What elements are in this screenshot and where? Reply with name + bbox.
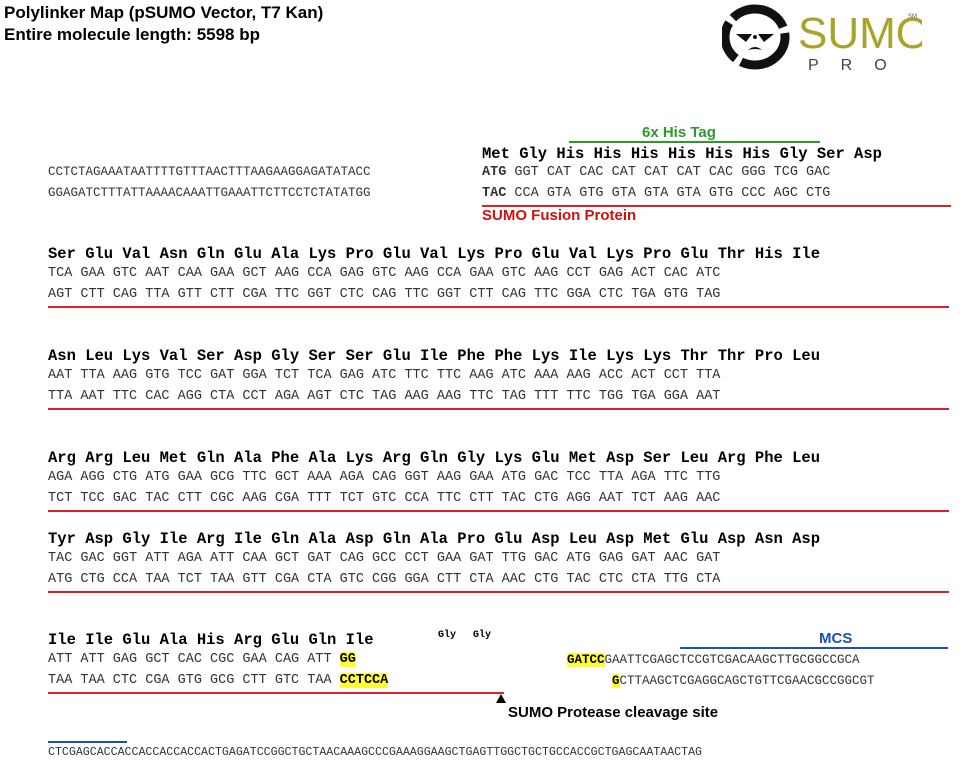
row4-bottom-strand: ATG CTG CCA TAA TCT TAA GTT CGA CTA GTC … — [48, 572, 721, 587]
final-top-codons: ATT ATT GAG GCT CAC CGC GAA CAG ATT — [48, 652, 340, 667]
mcs-label: MCS — [819, 630, 853, 647]
row3-fusion-line — [48, 510, 949, 512]
fusion-protein-label: SUMO Fusion Protein — [482, 207, 637, 224]
sumo-logo-icon: SUMO SM PRO — [720, 4, 930, 74]
row2-fusion-line — [48, 408, 949, 410]
start-codon-complement: TAC — [482, 186, 507, 201]
bamhi-bottom-highlight: G — [612, 674, 620, 688]
row1-top-strand: TCA GAA GTC AAT CAA GAA GCT AAG CCA GAG … — [48, 266, 721, 281]
sumo-pro-logo: SUMO SM PRO — [720, 4, 930, 74]
page-title: Polylinker Map (pSUMO Vector, T7 Kan) En… — [4, 2, 323, 46]
row4-top-strand: TAC GAC GGT ATT AGA ATT CAA GCT GAT CAG … — [48, 551, 721, 566]
final-bottom-codons: TAA TAA CTC CGA GTG GCG CTT GTC TAA — [48, 673, 340, 688]
block1-top-strand: ATG GGT CAT CAC CAT CAT CAT CAC GGG TCG … — [482, 165, 830, 180]
row3-amino-acids: Arg Arg Leu Met Gln Ala Phe Ala Lys Arg … — [48, 449, 821, 467]
block1-top-rest: GGT CAT CAC CAT CAT CAT CAC GGG TCG GAC — [506, 165, 831, 180]
block1-bottom-rest: CCA GTA GTG GTA GTA GTA GTG CCC AGC CTG — [506, 186, 831, 201]
row3-top-strand: AGA AGG CTG ATG GAA GCG TTC GCT AAA AGA … — [48, 470, 721, 485]
gly-label-1: Gly — [438, 630, 457, 641]
row1-fusion-line — [48, 306, 949, 308]
mcs-top-strand: GATCCGAATTCGAGCTCCGTCGACAAGCTTGCGGCCGCA — [567, 653, 860, 667]
title-line-2: Entire molecule length: 5598 bp — [4, 25, 261, 44]
row2-top-strand: AAT TTA AAG GTG TCC GAT GGA TCT TCA GAG … — [48, 368, 721, 383]
row4-fusion-line — [48, 591, 949, 593]
cleavage-site-label: SUMO Protease cleavage site — [508, 704, 719, 721]
leader-top-strand: CCTCTAGAAATAATTTTGTTTAACTTTAAGAAGGAGATAT… — [48, 165, 371, 179]
bamhi-top-highlight: GATCC — [567, 653, 605, 667]
row3-bottom-strand: TCT TCC GAC TAC CTT CGC AAG CGA TTT TCT … — [48, 491, 721, 506]
row4-amino-acids: Tyr Asp Gly Ile Arg Ile Gln Ala Asp Gln … — [48, 530, 821, 548]
bottom-mcs-bracket — [48, 741, 127, 743]
mcs-top-sequence: GAATTCGAGCTCCGTCGACAAGCTTGCGGCCGCA — [604, 653, 860, 667]
row2-bottom-strand: TTA AAT TTC CAC AGG CTA CCT AGA AGT CTC … — [48, 389, 721, 404]
gly-label-2: Gly — [473, 630, 492, 641]
row1-amino-acids: Ser Glu Val Asn Gln Glu Ala Lys Pro Glu … — [48, 245, 821, 263]
his-tag-bracket — [569, 141, 820, 143]
block1-bottom-strand: TAC CCA GTA GTG GTA GTA GTA GTG CCC AGC … — [482, 186, 830, 201]
logo-mark: SM — [908, 14, 917, 20]
block1-amino-acids: Met Gly His His His His His His Gly Ser … — [482, 145, 882, 163]
mcs-bottom-sequence: CTTAAGCTCGAGGCAGCTGTTCGAACGCCGGCGT — [619, 674, 875, 688]
mcs-bracket — [680, 647, 948, 649]
mcs-bottom-strand: GCTTAAGCTCGAGGCAGCTGTTCGAACGCCGGCGT — [612, 674, 875, 688]
downstream-sequence: CTCGAGCACCACCACCACCACCACTGAGATCCGGCTGCTA… — [48, 746, 702, 759]
leader-bottom-strand: GGAGATCTTTATTAAAACAAATTGAAATTCTTCCTCTATA… — [48, 186, 371, 200]
cleavage-bottom-highlight: CCTCCA — [339, 673, 389, 688]
final-amino-acids: Ile Ile Glu Ala His Arg Glu Gln Ile — [48, 631, 374, 649]
final-top-strand: ATT ATT GAG GCT CAC CGC GAA CAG ATT GG — [48, 652, 356, 667]
title-line-1: Polylinker Map (pSUMO Vector, T7 Kan) — [4, 3, 324, 22]
row2-amino-acids: Asn Leu Lys Val Ser Asp Gly Ser Ser Glu … — [48, 347, 821, 365]
final-bottom-strand: TAA TAA CTC CGA GTG GCG CTT GTC TAA CCTC… — [48, 673, 389, 688]
logo-sub: PRO — [808, 57, 909, 74]
his-tag-label: 6x His Tag — [642, 124, 716, 141]
row1-bottom-strand: AGT CTT CAG TTA GTT CTT CGA TTC GGT CTC … — [48, 287, 721, 302]
cleavage-top-highlight: GG — [339, 652, 356, 667]
final-fusion-line — [48, 692, 504, 694]
start-codon: ATG — [482, 165, 507, 180]
cleavage-arrow-icon — [496, 694, 506, 703]
logo-brand: SUMO — [798, 9, 922, 58]
